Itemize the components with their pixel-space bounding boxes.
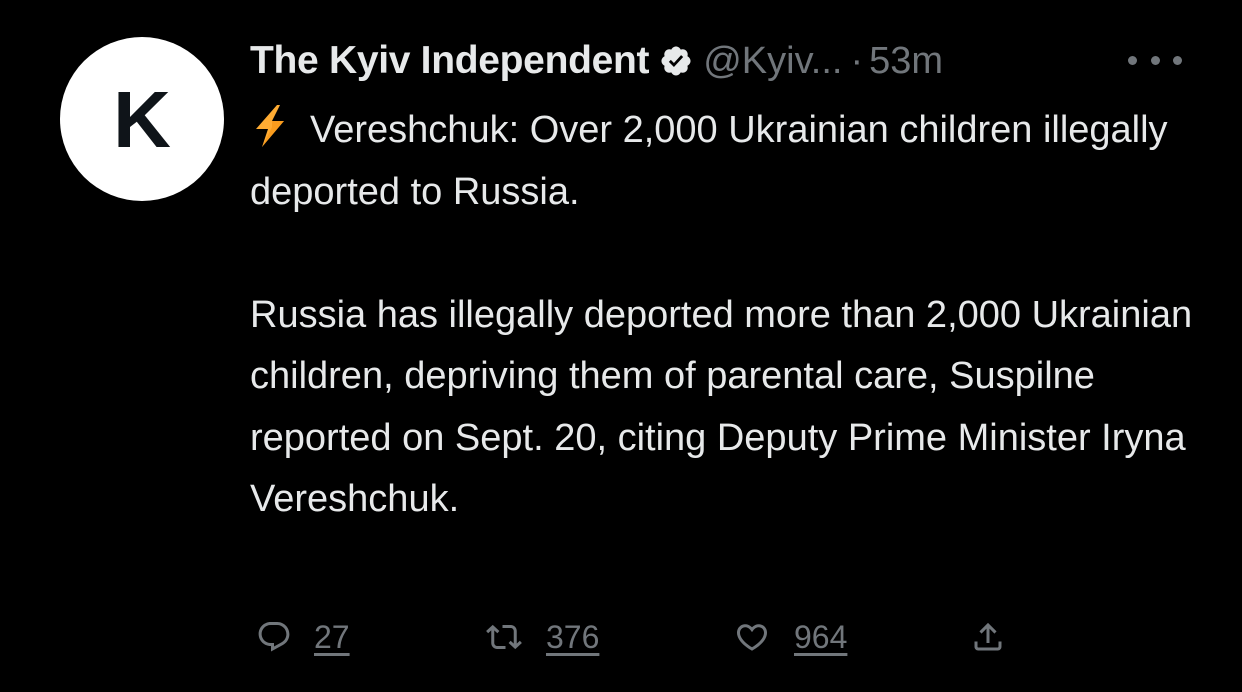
more-dot (1173, 55, 1182, 65)
tweet-text: Vereshchuk: Over 2,000 Ukrainian childre… (250, 100, 1210, 531)
tweet-headline: Vereshchuk: Over 2,000 Ukrainian childre… (250, 100, 1210, 223)
more-dot (1128, 55, 1137, 65)
avatar-letter: K (113, 75, 171, 164)
avatar[interactable]: K (60, 37, 224, 201)
tweet-header: The Kyiv Independent @Kyiv... · 53m (250, 36, 943, 86)
display-name[interactable]: The Kyiv Independent (250, 39, 650, 83)
handle[interactable]: @Kyiv... (703, 40, 842, 83)
like-count: 964 (794, 618, 848, 655)
action-bar: 27 376 964 (250, 612, 1050, 662)
heart-icon (732, 619, 772, 655)
share-icon (970, 618, 1006, 656)
lightning-bolt-icon (250, 104, 290, 148)
verified-badge-icon (659, 44, 693, 78)
tweet-paragraph: Russia has illegally deported more than … (250, 293, 1193, 521)
more-dot (1150, 55, 1160, 65)
retweet-button[interactable]: 376 (484, 612, 599, 662)
share-button[interactable] (970, 612, 1006, 662)
timestamp[interactable]: 53m (869, 40, 943, 83)
reply-button[interactable]: 27 (256, 612, 350, 662)
retweet-count: 376 (546, 618, 600, 655)
tweet[interactable]: K The Kyiv Independent @Kyiv... · 53m Ve… (0, 0, 1242, 692)
tweet-headline-text: Vereshchuk: Over 2,000 Ukrainian childre… (250, 109, 1168, 213)
reply-count: 27 (314, 618, 350, 655)
retweet-icon (484, 619, 524, 655)
more-options-icon[interactable] (1128, 48, 1182, 72)
separator-dot: · (850, 39, 864, 82)
reply-icon (256, 619, 292, 655)
like-button[interactable]: 964 (732, 612, 847, 662)
